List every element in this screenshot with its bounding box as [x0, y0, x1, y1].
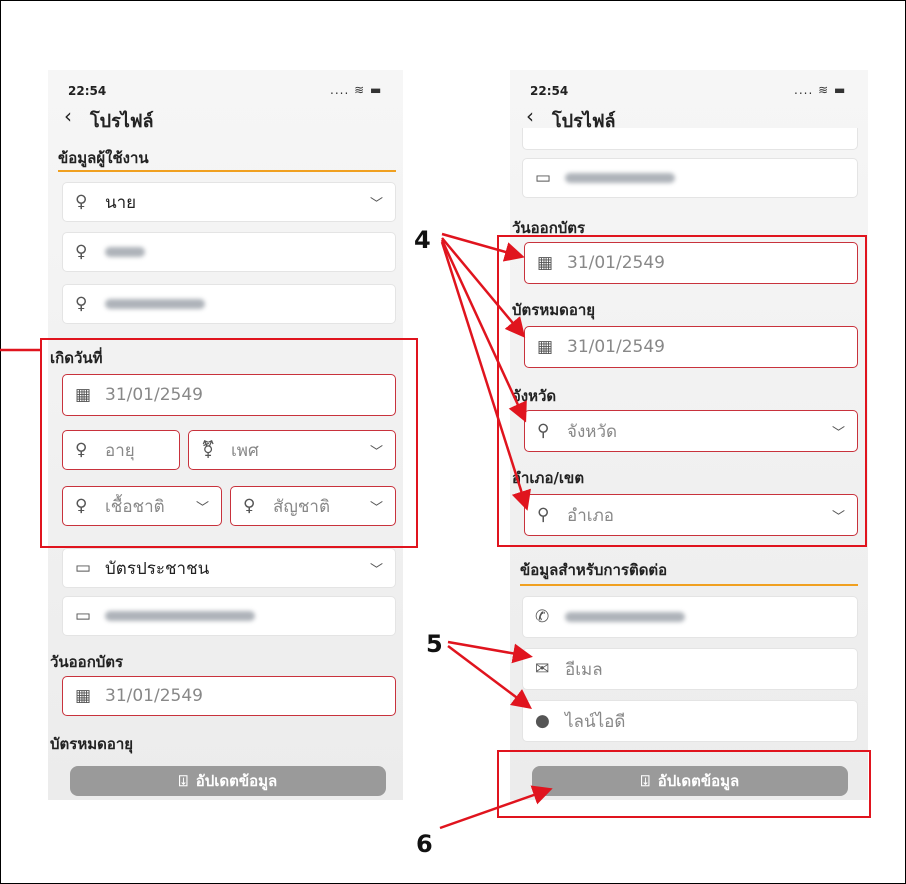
arrow-4-district: [440, 241, 531, 511]
arrow-4-province: [440, 239, 527, 423]
arrow-6-button: [439, 785, 553, 830]
annotation-arrows: [0, 232, 553, 830]
